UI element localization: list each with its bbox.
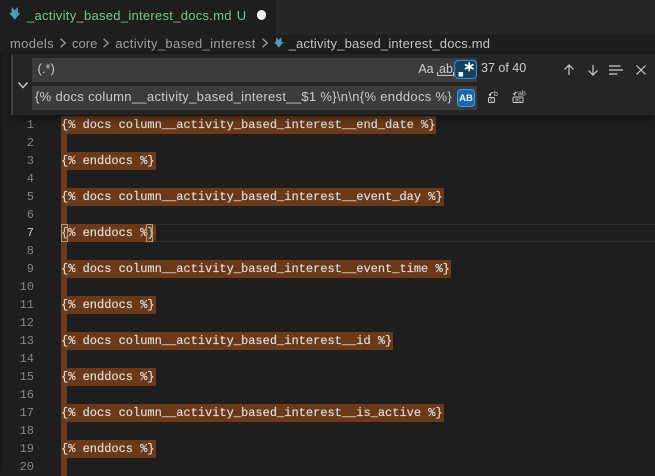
svg-text:b: b (494, 91, 498, 98)
svg-text:c: c (490, 98, 493, 104)
svg-text:ac: ac (515, 98, 521, 104)
svg-text:ab: ab (518, 91, 526, 98)
